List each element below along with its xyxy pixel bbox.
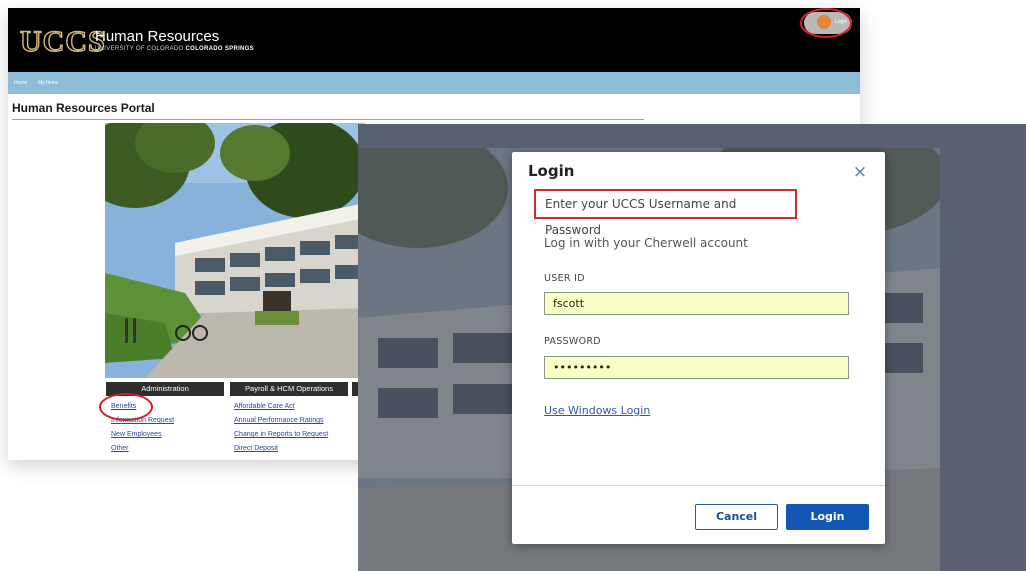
header-subtitle-university: UNIVERSITY OF COLORADO: [95, 46, 186, 52]
header-subtitle: UNIVERSITY OF COLORADO COLORADO SPRINGS: [95, 46, 254, 52]
uccs-logo: UCCS: [19, 24, 106, 58]
link-annual-performance-ratings[interactable]: Annual Performance Ratings: [234, 417, 324, 424]
link-affordable-care-act[interactable]: Affordable Care Act: [234, 403, 295, 410]
header-subtitle-campus: COLORADO SPRINGS: [185, 46, 254, 52]
user-id-label: USER ID: [544, 273, 585, 284]
password-field[interactable]: •••••••••: [544, 356, 849, 379]
link-other[interactable]: Other: [111, 445, 129, 452]
link-new-employees[interactable]: New Employees: [111, 431, 162, 438]
cancel-button[interactable]: Cancel: [695, 504, 778, 530]
login-highlight-ring: [800, 8, 852, 38]
dialog-title: Login: [528, 162, 575, 180]
portal-header: UCCS Human Resources UNIVERSITY OF COLOR…: [8, 8, 860, 72]
menu-heading-payroll: Payroll & HCM Operations: [230, 382, 348, 396]
benefits-highlight-ring: [99, 393, 153, 421]
password-label: PASSWORD: [544, 336, 601, 347]
login-instructions: Enter your UCCS Username and Password: [534, 189, 797, 237]
title-divider: [12, 119, 644, 120]
link-direct-deposit[interactable]: Direct Deposit: [234, 445, 278, 452]
nav-item-my-items[interactable]: My Items: [38, 80, 58, 86]
dialog-footer-divider: [512, 485, 885, 486]
user-id-field[interactable]: fscott: [544, 292, 849, 315]
close-icon[interactable]: ×: [849, 161, 871, 183]
link-change-in-reports[interactable]: Change in Reports to Request: [234, 431, 328, 438]
use-windows-login-link[interactable]: Use Windows Login: [544, 404, 650, 417]
header-title: Human Resources: [95, 28, 220, 45]
campus-photo: [105, 123, 365, 378]
page-title: Human Resources Portal: [12, 101, 155, 115]
login-dialog: Login × Enter your UCCS Username and Pas…: [512, 152, 885, 544]
cherwell-account-text: Log in with your Cherwell account: [544, 236, 748, 250]
portal-nav-bar: Home My Items: [8, 72, 860, 94]
login-button[interactable]: Login: [786, 504, 869, 530]
nav-item-home[interactable]: Home: [14, 80, 27, 86]
